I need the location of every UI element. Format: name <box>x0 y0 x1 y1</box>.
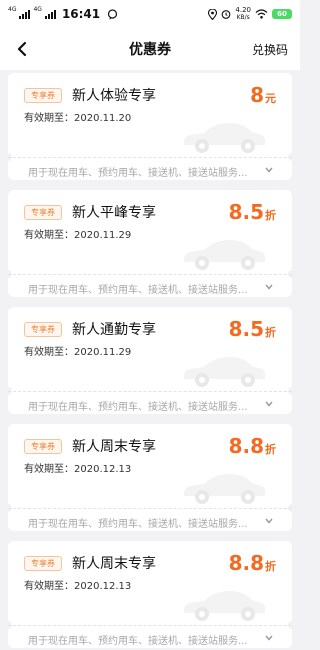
status-left: 4G 4G 16:41 <box>8 7 118 21</box>
coupon-name: 新人通勤专享 <box>72 322 156 338</box>
coupon-divider <box>8 157 292 158</box>
discount-value: 8 <box>250 83 264 107</box>
coupon-name: 新人周末专享 <box>72 556 156 572</box>
discount-unit: 折 <box>265 209 276 222</box>
coupon-scope: 用于现在用车、预约用车、接送机、接送站服务... <box>28 285 248 296</box>
coupon-divider <box>8 274 292 275</box>
coupon-discount: 8.5 折 <box>229 200 276 224</box>
coupon-list: 专享券 新人体验专享 有效期至：2020.11.20 8 元 用于现在用车、预约… <box>0 73 300 648</box>
coupon-scope: 用于现在用车、预约用车、接送机、接送站服务... <box>28 636 248 647</box>
back-button[interactable] <box>10 37 34 61</box>
battery-level: 60 <box>277 10 287 18</box>
chevron-left-icon <box>17 41 27 57</box>
coupon-name: 新人平峰专享 <box>72 205 156 221</box>
coupon-discount: 8.5 折 <box>229 317 276 341</box>
net-speed-value: 4.20 <box>235 6 251 14</box>
coupon-validity: 有效期至：2020.11.29 <box>24 230 132 241</box>
net-speed: 4.20 KB/s <box>235 6 251 22</box>
coupon-card[interactable]: 专享券 新人体验专享 有效期至：2020.11.20 8 元 用于现在用车、预约… <box>8 73 292 180</box>
clock: 16:41 <box>61 7 101 21</box>
discount-value: 8.8 <box>228 434 264 458</box>
coupon-divider <box>8 391 292 392</box>
coupon-scope: 用于现在用车、预约用车、接送机、接送站服务... <box>28 402 248 413</box>
coupon-discount: 8.8 折 <box>229 434 276 458</box>
coupon-validity: 有效期至：2020.12.13 <box>24 464 132 475</box>
net-speed-unit: KB/s <box>236 14 250 21</box>
coupon-card[interactable]: 专享券 新人平峰专享 有效期至：2020.11.29 8.5 折 用于现在用车、… <box>8 190 292 297</box>
coupon-card[interactable]: 专享券 新人周末专享 有效期至：2020.12.13 8.8 折 用于现在用车、… <box>8 541 292 648</box>
coupon-tag: 专享券 <box>24 556 62 571</box>
discount-value: 8.5 <box>228 317 264 341</box>
coupon-tag: 专享券 <box>24 439 62 454</box>
coupon-discount: 8.8 折 <box>229 551 276 575</box>
page-title: 优惠券 <box>129 42 171 58</box>
chevron-down-icon[interactable] <box>264 166 274 174</box>
status-right: 4.20 KB/s 60 <box>208 6 292 22</box>
nav-header: 优惠券 兑换码 <box>0 28 300 70</box>
discount-unit: 折 <box>265 326 276 339</box>
car-watermark-icon <box>183 357 266 387</box>
status-bar: 4G 4G 16:41 4.20 KB/s 60 <box>0 0 300 28</box>
coupon-tag: 专享券 <box>24 205 62 220</box>
alarm-icon <box>222 10 231 19</box>
network-label: 4G <box>8 6 17 13</box>
discount-unit: 元 <box>265 92 276 105</box>
coupon-divider <box>8 508 292 509</box>
coupon-divider <box>8 625 292 626</box>
car-watermark-icon <box>183 240 266 270</box>
car-watermark-icon <box>183 591 266 621</box>
coupon-validity: 有效期至：2020.11.20 <box>24 113 132 124</box>
coupon-validity: 有效期至：2020.12.13 <box>24 581 132 592</box>
signal-icon <box>19 9 31 19</box>
discount-value: 8.5 <box>228 200 264 224</box>
car-watermark-icon <box>183 474 266 504</box>
discount-unit: 折 <box>265 443 276 456</box>
wifi-icon <box>255 9 268 19</box>
chevron-down-icon[interactable] <box>264 400 274 408</box>
coupon-name: 新人周末专享 <box>72 439 156 455</box>
chevron-down-icon[interactable] <box>264 283 274 291</box>
coupon-scope: 用于现在用车、预约用车、接送机、接送站服务... <box>28 168 248 179</box>
discount-value: 8.8 <box>228 551 264 575</box>
redeem-code-button[interactable]: 兑换码 <box>252 41 288 58</box>
coupon-name: 新人体验专享 <box>72 88 156 104</box>
coupon-tag: 专享券 <box>24 322 62 337</box>
coupon-validity: 有效期至：2020.11.29 <box>24 347 132 358</box>
discount-unit: 折 <box>265 560 276 573</box>
chevron-down-icon[interactable] <box>264 634 274 642</box>
signal-icon-2 <box>44 9 56 19</box>
battery-icon: 60 <box>272 9 292 19</box>
coupon-card[interactable]: 专享券 新人通勤专享 有效期至：2020.11.29 8.5 折 用于现在用车、… <box>8 307 292 414</box>
coupon-scope: 用于现在用车、预约用车、接送机、接送站服务... <box>28 519 248 530</box>
car-watermark-icon <box>183 123 266 153</box>
coupon-discount: 8 元 <box>250 83 276 107</box>
message-icon <box>108 8 118 19</box>
location-icon <box>208 8 218 20</box>
chevron-down-icon[interactable] <box>264 517 274 525</box>
coupon-tag: 专享券 <box>24 88 62 103</box>
network-label-2: 4G <box>33 6 42 13</box>
coupon-card[interactable]: 专享券 新人周末专享 有效期至：2020.12.13 8.8 折 用于现在用车、… <box>8 424 292 531</box>
